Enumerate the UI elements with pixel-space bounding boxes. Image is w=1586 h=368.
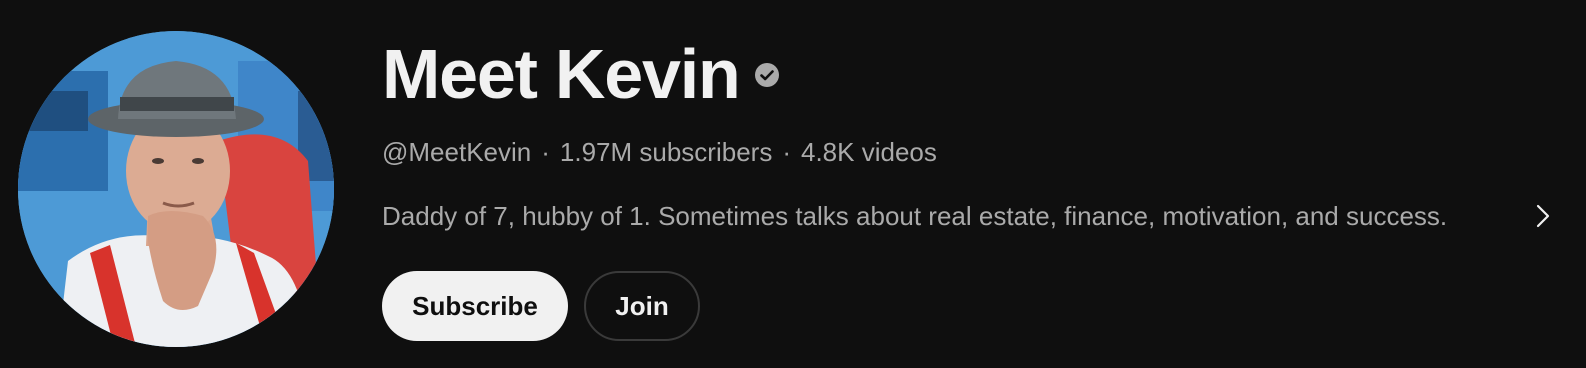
subscribe-button[interactable]: Subscribe: [382, 271, 568, 341]
channel-actions: Subscribe Join: [382, 271, 700, 341]
channel-avatar[interactable]: [18, 31, 334, 347]
channel-handle: @MeetKevin: [382, 137, 532, 167]
channel-name: Meet Kevin: [382, 35, 741, 113]
subscriber-count: 1.97M subscribers: [559, 137, 773, 167]
channel-info: Meet Kevin @MeetKevin · 1.97M subscriber…: [382, 0, 1586, 368]
join-button[interactable]: Join: [584, 271, 700, 341]
meta-separator: ·: [541, 137, 550, 167]
meta-separator: ·: [782, 137, 791, 167]
channel-meta: @MeetKevin · 1.97M subscribers · 4.8K vi…: [382, 136, 937, 168]
chevron-right-icon[interactable]: [1530, 202, 1554, 230]
channel-description[interactable]: Daddy of 7, hubby of 1. Sometimes talks …: [382, 199, 1447, 233]
channel-title-row: Meet Kevin: [382, 34, 780, 114]
channel-avatar-image: [18, 31, 334, 347]
verified-check-icon[interactable]: [754, 62, 780, 88]
channel-description-row[interactable]: Daddy of 7, hubby of 1. Sometimes talks …: [382, 198, 1558, 234]
video-count: 4.8K videos: [801, 137, 937, 167]
